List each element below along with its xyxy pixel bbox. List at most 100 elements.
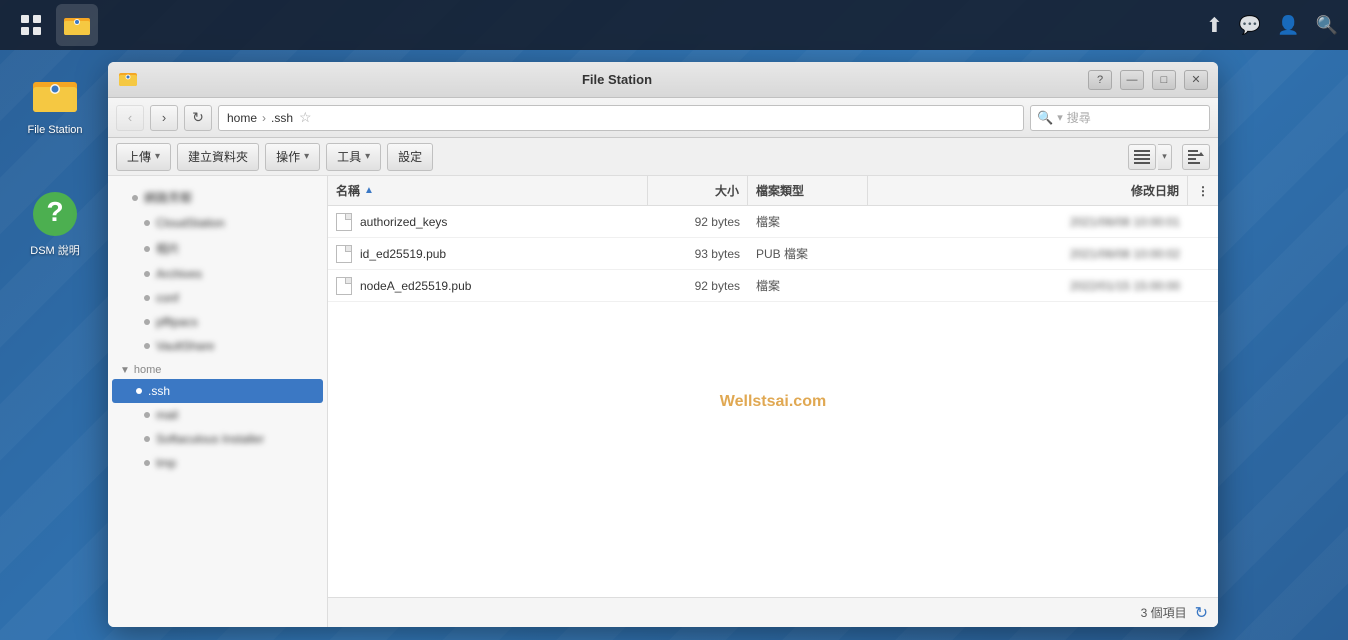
new-folder-label: 建立資料夾: [188, 148, 248, 165]
search-placeholder-text: 搜尋: [1067, 109, 1091, 126]
sidebar-item-cloudstation[interactable]: CloudStation: [108, 211, 327, 235]
sidebar-dot: [144, 246, 150, 252]
sidebar-dot: [136, 388, 142, 394]
col-header-more[interactable]: ⋮: [1188, 176, 1218, 205]
favorite-star-icon[interactable]: ☆: [299, 109, 312, 126]
file-size: 92 bytes: [695, 215, 740, 229]
file-type-cell: PUB 檔案: [748, 238, 868, 269]
dsm-help-icon: ?: [31, 190, 79, 238]
window-pin-button[interactable]: ?: [1088, 70, 1112, 90]
address-home: home: [227, 111, 257, 125]
window-close-button[interactable]: ✕: [1184, 70, 1208, 90]
search-separator: ▾: [1057, 111, 1063, 124]
window-controls: ? — □ ✕: [1088, 70, 1208, 90]
file-type-cell: 檔案: [748, 270, 868, 301]
window-maximize-button[interactable]: □: [1152, 70, 1176, 90]
sidebar-item-photos[interactable]: 相片: [108, 235, 327, 262]
file-size-cell: 92 bytes: [648, 270, 748, 301]
file-date-cell: 2021/06/08 10:00:01: [868, 206, 1188, 237]
file-count: 3 個項目: [1141, 604, 1187, 621]
sidebar-item-label: 網路芳鄰: [144, 189, 192, 206]
filestation-window: File Station ? — □ ✕ ‹ › ↻ home › .ssh ☆…: [108, 62, 1218, 627]
navigation-toolbar: ‹ › ↻ home › .ssh ☆ 🔍 ▾ 搜尋: [108, 98, 1218, 138]
file-list: 名稱 ▲ 大小 檔案類型 修改日期 ⋮: [328, 176, 1218, 627]
desktop-dsm-help[interactable]: ? DSM 說明: [15, 190, 95, 258]
sidebar-dot: [132, 195, 138, 201]
table-row[interactable]: nodeA_ed25519.pub 92 bytes 檔案 2022/01/15…: [328, 270, 1218, 302]
sidebar-item-tmp[interactable]: tmp: [108, 451, 327, 475]
file-type: 檔案: [756, 213, 780, 230]
search-icon: 🔍: [1037, 110, 1053, 126]
window-title: File Station: [146, 72, 1088, 87]
file-date-cell: 2022/01/15 15:00:00: [868, 270, 1188, 301]
col-date-label: 修改日期: [1131, 182, 1179, 199]
file-name: id_ed25519.pub: [360, 247, 446, 261]
file-rows: authorized_keys 92 bytes 檔案 2021/06/08 1…: [328, 206, 1218, 597]
list-view-button[interactable]: [1128, 144, 1156, 170]
file-size: 93 bytes: [695, 247, 740, 261]
sidebar-item-softaculous[interactable]: Softaculous Installer: [108, 427, 327, 451]
back-button[interactable]: ‹: [116, 105, 144, 131]
new-folder-button[interactable]: 建立資料夾: [177, 143, 259, 171]
file-size: 92 bytes: [695, 279, 740, 293]
file-type-cell: 檔案: [748, 206, 868, 237]
file-name: nodeA_ed25519.pub: [360, 279, 471, 293]
col-header-name[interactable]: 名稱 ▲: [328, 176, 648, 205]
tools-label: 工具: [337, 148, 361, 165]
sidebar-item-network[interactable]: 網路芳鄰: [108, 184, 327, 211]
sidebar-item-label: CloudStation: [156, 216, 225, 230]
file-date-cell: 2021/06/08 10:00:02: [868, 238, 1188, 269]
sidebar-dot: [144, 343, 150, 349]
sidebar-dot: [144, 319, 150, 325]
sidebar-item-label: tmp: [156, 456, 176, 470]
file-name: authorized_keys: [360, 215, 447, 229]
sidebar-item-conf[interactable]: conf: [108, 286, 327, 310]
file-list-header: 名稱 ▲ 大小 檔案類型 修改日期 ⋮: [328, 176, 1218, 206]
sidebar-item-mail[interactable]: mail: [108, 403, 327, 427]
settings-button[interactable]: 設定: [387, 143, 433, 171]
sidebar-item-vaultshare[interactable]: VaultShare: [108, 334, 327, 358]
col-header-type[interactable]: 檔案類型: [748, 176, 868, 205]
refresh-button[interactable]: ↻: [184, 105, 212, 131]
taskbar-grid-button[interactable]: [10, 4, 52, 46]
window-title-icon: [118, 70, 138, 90]
col-header-size[interactable]: 大小: [648, 176, 748, 205]
taskbar-filestation-button[interactable]: [56, 4, 98, 46]
search-icon[interactable]: 🔍: [1316, 15, 1338, 36]
col-header-date[interactable]: 修改日期: [868, 176, 1188, 205]
sidebar-item-pfftpacs[interactable]: pfftpacs: [108, 310, 327, 334]
file-name-cell: authorized_keys: [328, 206, 648, 237]
sidebar-home-header[interactable]: ▼ home: [108, 358, 327, 379]
sidebar-item-label: 相片: [156, 240, 180, 257]
action-button[interactable]: 操作 ▾: [265, 143, 320, 171]
sidebar-home-label: home: [134, 364, 162, 376]
refresh-status-icon[interactable]: ↻: [1195, 603, 1208, 623]
upload-label: 上傳: [127, 148, 151, 165]
desktop-filestation[interactable]: File Station: [15, 72, 95, 136]
table-row[interactable]: id_ed25519.pub 93 bytes PUB 檔案 2021/06/0…: [328, 238, 1218, 270]
forward-button[interactable]: ›: [150, 105, 178, 131]
table-row[interactable]: authorized_keys 92 bytes 檔案 2021/06/08 1…: [328, 206, 1218, 238]
file-size-cell: 93 bytes: [648, 238, 748, 269]
upload-button[interactable]: 上傳 ▾: [116, 143, 171, 171]
upload-icon[interactable]: ⬆: [1206, 13, 1223, 38]
sidebar-item-label: conf: [156, 291, 179, 305]
sidebar-dot: [144, 271, 150, 277]
tools-button[interactable]: 工具 ▾: [326, 143, 381, 171]
action-toolbar: 上傳 ▾ 建立資料夾 操作 ▾ 工具 ▾ 設定 ▾: [108, 138, 1218, 176]
action-caret-icon: ▾: [304, 151, 309, 162]
search-bar[interactable]: 🔍 ▾ 搜尋: [1030, 105, 1210, 131]
sidebar-item-archives[interactable]: Archives: [108, 262, 327, 286]
chat-icon[interactable]: 💬: [1239, 15, 1261, 36]
sidebar-item-ssh[interactable]: .ssh: [112, 379, 323, 403]
file-icon: [336, 245, 352, 263]
file-more-cell: [1188, 238, 1218, 269]
view-caret-button[interactable]: ▾: [1158, 144, 1172, 170]
file-date: 2021/06/08 10:00:01: [1070, 215, 1180, 229]
user-icon[interactable]: 👤: [1277, 15, 1299, 36]
sort-view-button[interactable]: [1182, 144, 1210, 170]
sidebar-item-label: .ssh: [148, 384, 170, 398]
address-bar[interactable]: home › .ssh ☆: [218, 105, 1024, 131]
tools-caret-icon: ▾: [365, 151, 370, 162]
window-minimize-button[interactable]: —: [1120, 70, 1144, 90]
